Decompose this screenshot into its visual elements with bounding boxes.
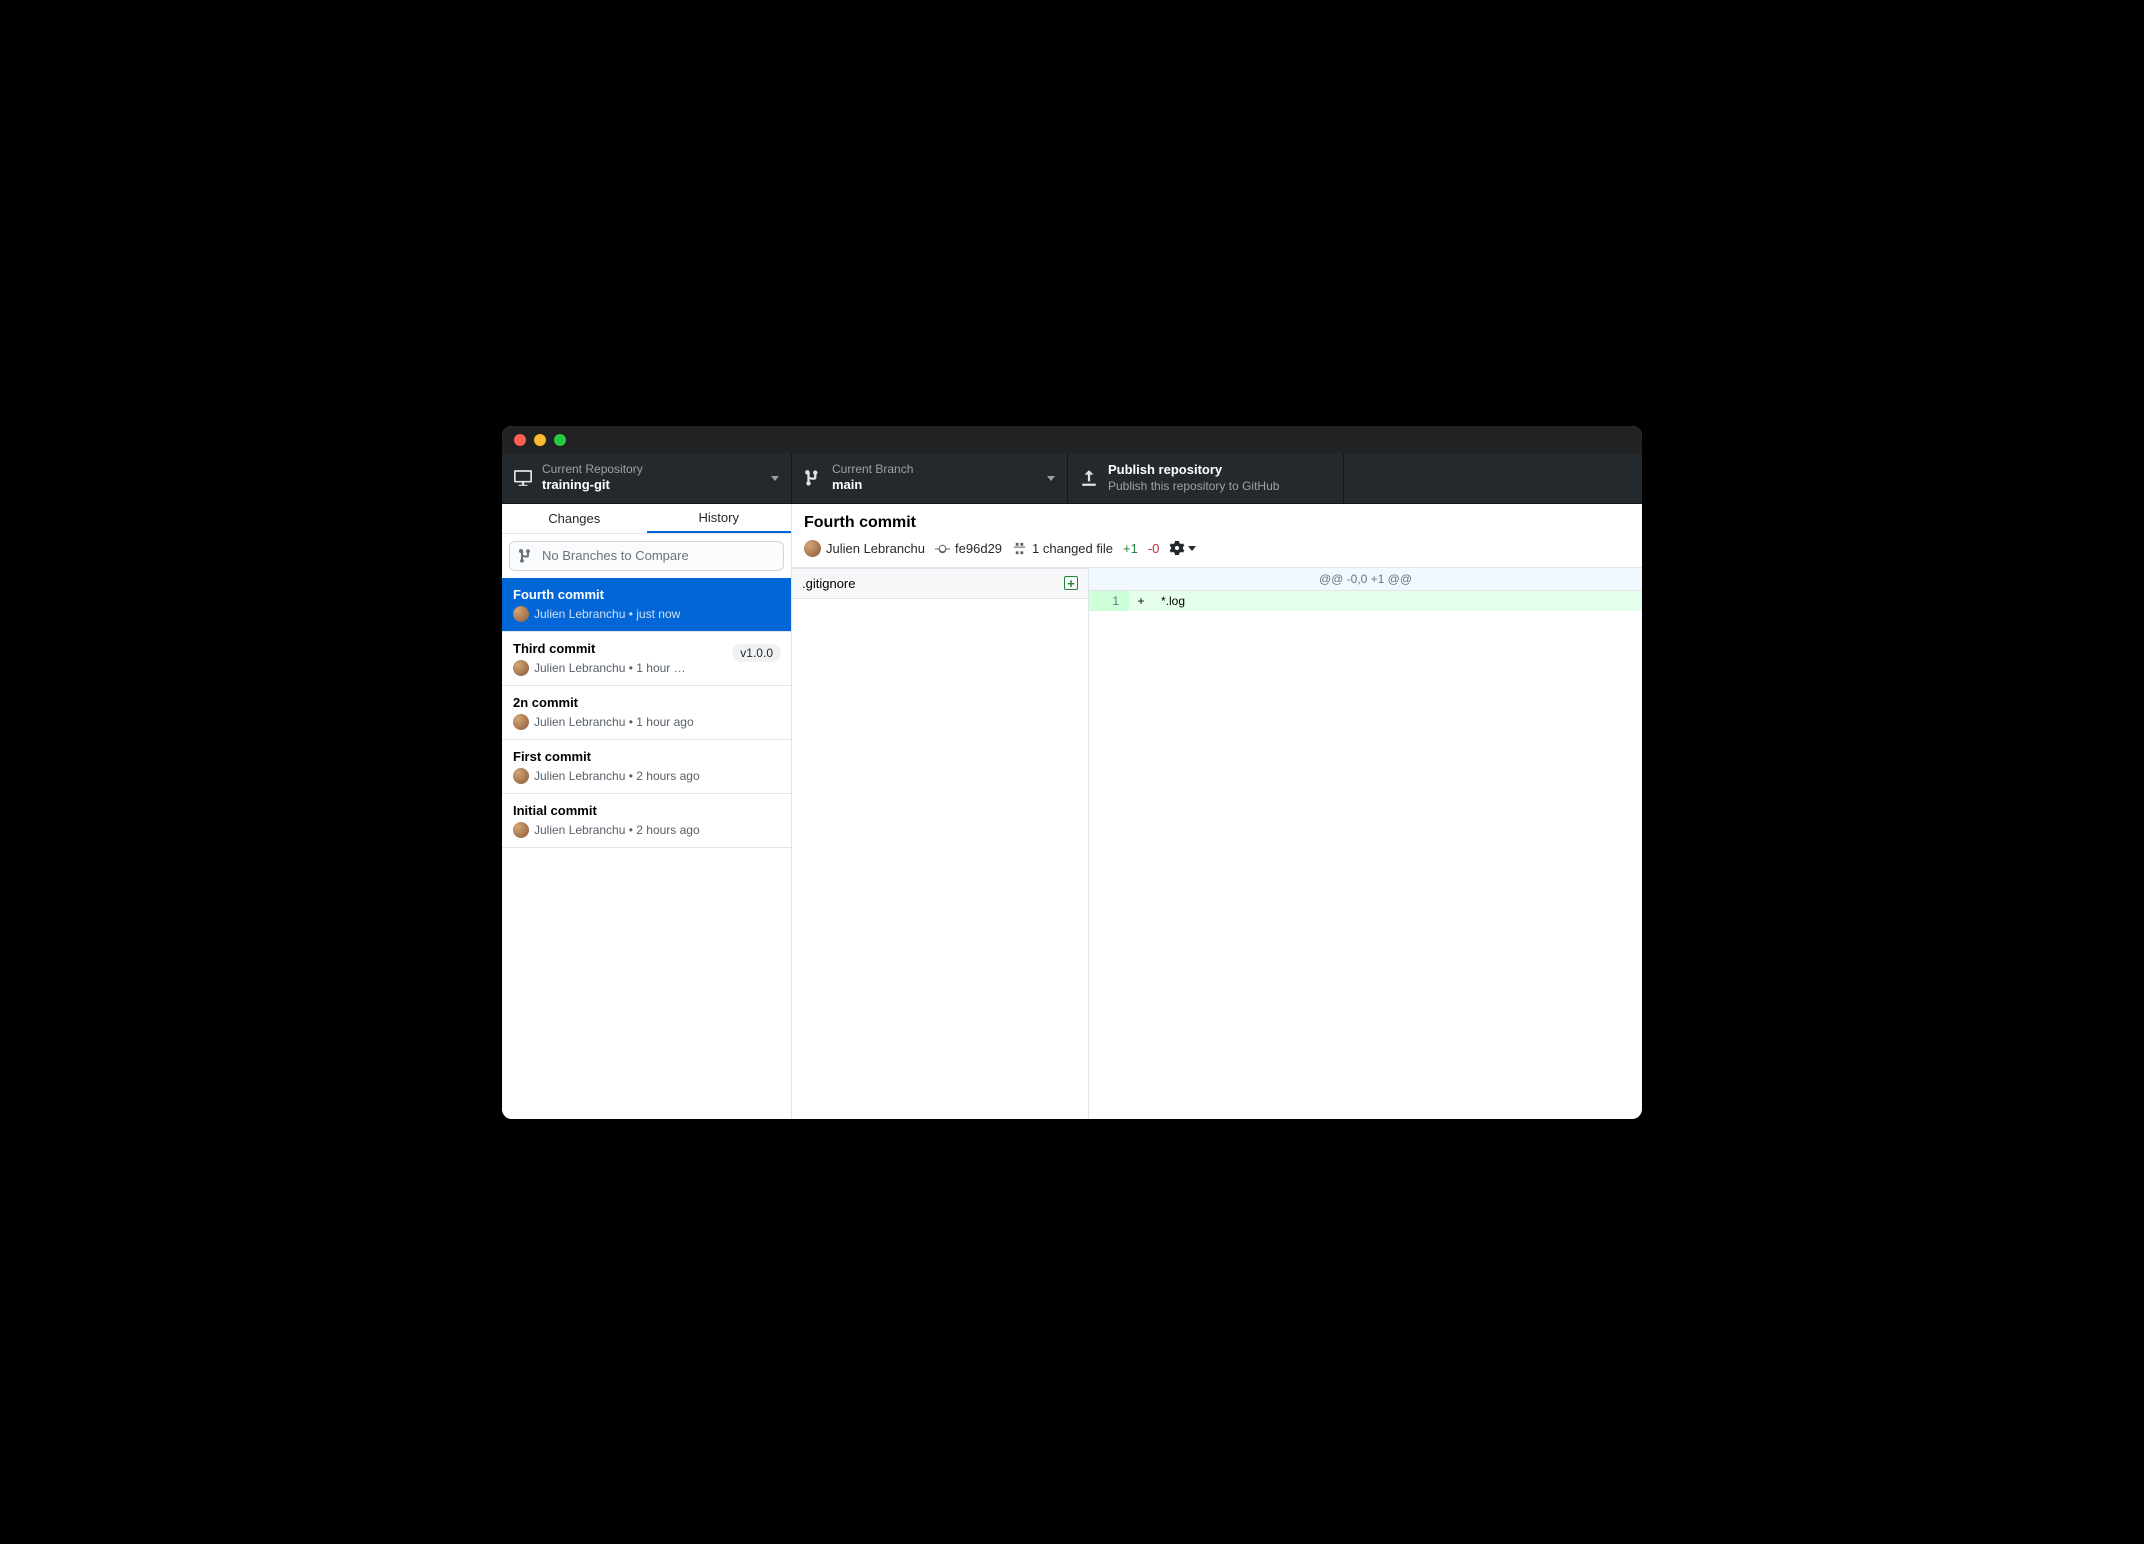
upload-icon — [1080, 469, 1098, 487]
compare-branches-dropdown[interactable]: No Branches to Compare — [509, 541, 784, 571]
commit-meta: Julien Lebranchu • 2 hours ago — [513, 822, 780, 838]
chevron-down-icon — [1188, 546, 1196, 551]
tag-badge: v1.0.0 — [732, 644, 781, 662]
commit-item[interactable]: 2n commit Julien Lebranchu • 1 hour ago — [502, 686, 791, 740]
commit-item[interactable]: Initial commit Julien Lebranchu • 2 hours… — [502, 794, 791, 848]
sidebar-tabs: Changes History — [502, 504, 791, 534]
commit-meta: Julien Lebranchu • just now — [513, 606, 780, 622]
avatar — [513, 606, 529, 622]
hunk-header: @@ -0,0 +1 @@ — [1089, 568, 1642, 591]
commit-title: Fourth commit — [513, 587, 780, 602]
line-sign: + — [1129, 591, 1153, 611]
avatar — [513, 660, 529, 676]
chevron-down-icon — [771, 476, 779, 481]
commit-icon — [935, 541, 950, 556]
minimize-window-button[interactable] — [534, 434, 546, 446]
deletions-count: -0 — [1148, 541, 1160, 556]
publish-repository-button[interactable]: Publish repository Publish this reposito… — [1068, 454, 1344, 503]
line-content: *.log — [1153, 591, 1642, 611]
diff-pane: @@ -0,0 +1 @@ 1 + *.log — [1089, 568, 1642, 1119]
commit-item[interactable]: Third commitJulien Lebranchu • 1 hour …v… — [502, 632, 791, 686]
tab-changes[interactable]: Changes — [502, 504, 647, 533]
line-number: 1 — [1089, 591, 1129, 611]
main-pane: Fourth commit Julien Lebranchu fe96d29 — [792, 504, 1642, 1119]
branch-icon — [804, 469, 822, 487]
branch-icon — [518, 548, 534, 564]
commit-meta: Julien Lebranchu • 2 hours ago — [513, 768, 780, 784]
commit-item[interactable]: Fourth commit Julien Lebranchu • just now — [502, 578, 791, 632]
changed-file-row[interactable]: .gitignore + — [792, 568, 1088, 599]
current-branch-dropdown[interactable]: Current Branch main — [792, 454, 1068, 503]
commit-item[interactable]: First commit Julien Lebranchu • 2 hours a… — [502, 740, 791, 794]
commit-title: First commit — [513, 749, 780, 764]
commit-meta: Julien Lebranchu • 1 hour ago — [513, 714, 780, 730]
file-name: .gitignore — [802, 576, 855, 591]
maximize-window-button[interactable] — [554, 434, 566, 446]
commit-title: 2n commit — [513, 695, 780, 710]
publish-title: Publish repository — [1108, 462, 1331, 479]
close-window-button[interactable] — [514, 434, 526, 446]
commit-title: Initial commit — [513, 803, 780, 818]
commit-author: Julien Lebranchu — [804, 540, 925, 557]
commit-list[interactable]: Fourth commit Julien Lebranchu • just now… — [502, 578, 791, 1119]
commit-meta: Julien Lebranchu • 1 hour … — [513, 660, 780, 676]
current-repository-dropdown[interactable]: Current Repository training-git — [502, 454, 792, 503]
commit-detail-title: Fourth commit — [804, 514, 1630, 532]
compare-text: No Branches to Compare — [542, 548, 689, 563]
avatar — [513, 822, 529, 838]
publish-subtitle: Publish this repository to GitHub — [1108, 479, 1331, 493]
titlebar — [502, 426, 1642, 454]
branch-name: main — [832, 477, 1037, 494]
repo-label: Current Repository — [542, 462, 761, 476]
chevron-down-icon — [1047, 476, 1055, 481]
sidebar: Changes History No Branches to Compare F… — [502, 504, 792, 1119]
avatar — [513, 768, 529, 784]
gear-icon — [1169, 540, 1185, 556]
changed-files-count: 1 changed file — [1012, 541, 1113, 556]
tab-history[interactable]: History — [647, 504, 792, 533]
diff-settings-button[interactable] — [1169, 540, 1196, 556]
branch-label: Current Branch — [832, 462, 1037, 476]
toolbar: Current Repository training-git Current … — [502, 454, 1642, 504]
file-added-icon: + — [1064, 576, 1078, 590]
app-window: Current Repository training-git Current … — [502, 426, 1642, 1119]
additions-count: +1 — [1123, 541, 1138, 556]
diff-line-added[interactable]: 1 + *.log — [1089, 591, 1642, 611]
avatar — [804, 540, 821, 557]
diff-icon — [1012, 541, 1027, 556]
commit-sha[interactable]: fe96d29 — [935, 541, 1002, 556]
repo-name: training-git — [542, 477, 761, 494]
files-pane: .gitignore + — [792, 568, 1089, 1119]
desktop-icon — [514, 469, 532, 487]
avatar — [513, 714, 529, 730]
